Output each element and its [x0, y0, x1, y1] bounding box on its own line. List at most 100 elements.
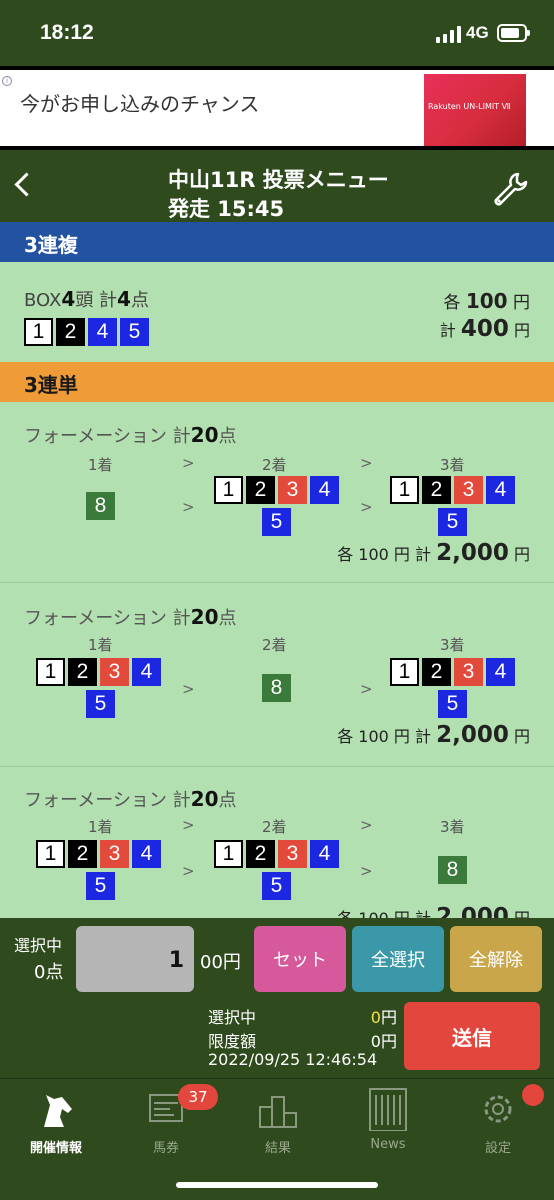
- box-unit-price: 各 100 円: [443, 289, 530, 313]
- section-header-sanrenpuku: 3連複: [0, 222, 554, 262]
- formation-first-numbers-row2: 5: [86, 872, 115, 900]
- horse-number: 3: [100, 840, 129, 868]
- box-bet-summary: BOX4頭 計4点: [24, 287, 149, 311]
- formation-title: フォーメーション 計20点: [24, 423, 237, 447]
- timestamp: 2022/09/25 12:46:54: [208, 1050, 378, 1069]
- col-head-second: 2着: [262, 636, 287, 654]
- horse-number: 5: [86, 690, 115, 718]
- divider: [0, 766, 554, 767]
- send-button[interactable]: 送信: [404, 1002, 540, 1070]
- horse-number: 3: [278, 840, 307, 868]
- horse-number: 1: [214, 476, 243, 504]
- tab-results[interactable]: 結果: [228, 1085, 328, 1157]
- info-limit-label: 限度額: [208, 1032, 257, 1051]
- col-head-third: 3着: [440, 636, 465, 654]
- horse-number: 1: [24, 318, 53, 346]
- horse-number: 4: [310, 840, 339, 868]
- horse-number: 2: [246, 840, 275, 868]
- horse-number: 5: [438, 690, 467, 718]
- formation-title: フォーメーション 計20点: [24, 605, 237, 629]
- home-indicator[interactable]: [176, 1182, 378, 1188]
- col-head-third: 3着: [440, 456, 465, 474]
- ad-banner[interactable]: i 今がお申し込みのチャンス Rakuten UN-LIMIT Ⅶ: [0, 66, 554, 150]
- horse-number: 2: [56, 318, 85, 346]
- info-selecting-value: 0円: [370, 1008, 397, 1027]
- arrow: >: [360, 454, 373, 472]
- horse-head-icon: [44, 1095, 72, 1127]
- wrench-icon[interactable]: [488, 168, 532, 212]
- arrow: >: [360, 816, 373, 834]
- horse-number: 2: [422, 476, 451, 504]
- horse-number: 1: [390, 658, 419, 686]
- formation-first-numbers: 1 2 3 4: [36, 658, 161, 686]
- formation-first-numbers-row2: 5: [86, 690, 115, 718]
- tab-news[interactable]: News: [338, 1085, 438, 1157]
- ad-info-icon[interactable]: i: [2, 76, 12, 86]
- formation-second-numbers-row2: 5: [262, 508, 291, 536]
- set-button[interactable]: セット: [254, 926, 346, 992]
- horse-number: 5: [438, 508, 467, 536]
- bet-control-panel: 選択中 0点 1 00円 セット 全選択 全解除 選択中 0円 限度額 0円 2…: [0, 918, 554, 1078]
- horse-number: 5: [262, 508, 291, 536]
- status-time: 18:12: [40, 21, 94, 44]
- col-head-second: 2着: [262, 456, 287, 474]
- gear-icon: [484, 1095, 512, 1123]
- tab-event-info[interactable]: 開催情報: [6, 1085, 106, 1157]
- horse-number: 8: [86, 492, 115, 520]
- horse-number: 2: [68, 658, 97, 686]
- formation-second-numbers: 1 2 3 4: [214, 840, 339, 868]
- box-bet-numbers: 1 2 4 5: [24, 318, 149, 346]
- box-total-price: 計 400 円: [439, 316, 530, 342]
- horse-number: 4: [486, 658, 515, 686]
- horse-number: 3: [454, 476, 483, 504]
- formation-third-numbers-row2: 5: [438, 690, 467, 718]
- amount-input[interactable]: 1: [76, 926, 194, 992]
- horse-number: 3: [454, 658, 483, 686]
- formation-first-numbers: 8: [86, 492, 115, 520]
- arrow: >: [360, 498, 373, 516]
- ad-text[interactable]: 今がお申し込みのチャンス: [20, 88, 259, 117]
- amount-unit: 00円: [200, 952, 241, 973]
- tab-label: News: [370, 1137, 406, 1152]
- horse-number: 2: [68, 840, 97, 868]
- horse-number: 4: [88, 318, 117, 346]
- formation-second-numbers: 8: [262, 674, 291, 702]
- back-button[interactable]: [6, 166, 42, 206]
- formation-third-numbers: 1 2 3 4: [390, 658, 515, 686]
- formation-total: 各 100 円 計 2,000 円: [337, 540, 530, 566]
- horse-number: 8: [438, 856, 467, 884]
- battery-icon: [497, 24, 530, 42]
- bet-list[interactable]: 3連複 BOX4頭 計4点 1 2 4 5 各 100 円 計 400 円 3連…: [0, 222, 554, 918]
- horse-number: 3: [100, 658, 129, 686]
- arrow: >: [182, 816, 195, 834]
- select-all-button[interactable]: 全選択: [352, 926, 444, 992]
- nav-header: 中山11R 投票メニュー 発走 15:45: [0, 150, 554, 222]
- horse-number: 5: [262, 872, 291, 900]
- formation-second-numbers: 1 2 3 4: [214, 476, 339, 504]
- ad-image-label: Rakuten UN-LIMIT Ⅶ: [428, 102, 511, 111]
- tab-label: 結果: [264, 1141, 291, 1156]
- arrow: >: [360, 862, 373, 880]
- formation-total: 各 100 円 計 2,000 円: [337, 904, 530, 918]
- signal-icon: [436, 25, 462, 43]
- formation-title: フォーメーション 計20点: [24, 787, 237, 811]
- arrow: >: [182, 680, 195, 698]
- clear-all-button[interactable]: 全解除: [450, 926, 542, 992]
- ad-image[interactable]: Rakuten UN-LIMIT Ⅶ: [424, 74, 526, 146]
- divider: [0, 582, 554, 583]
- horse-number: 4: [132, 840, 161, 868]
- ticket-badge: 37: [178, 1084, 218, 1110]
- horse-number: 4: [486, 476, 515, 504]
- arrow: >: [360, 680, 373, 698]
- settings-notification-dot: [522, 1084, 544, 1106]
- horse-number: 1: [214, 840, 243, 868]
- tab-label: 開催情報: [29, 1141, 82, 1156]
- info-selecting-label: 選択中: [208, 1008, 257, 1027]
- arrow: >: [182, 498, 195, 516]
- horse-number: 4: [132, 658, 161, 686]
- col-head-first: 1着: [88, 636, 113, 654]
- horse-number: 1: [36, 840, 65, 868]
- section-header-sanrentan: 3連単: [0, 362, 554, 402]
- arrow: >: [182, 862, 195, 880]
- col-head-first: 1着: [88, 818, 113, 836]
